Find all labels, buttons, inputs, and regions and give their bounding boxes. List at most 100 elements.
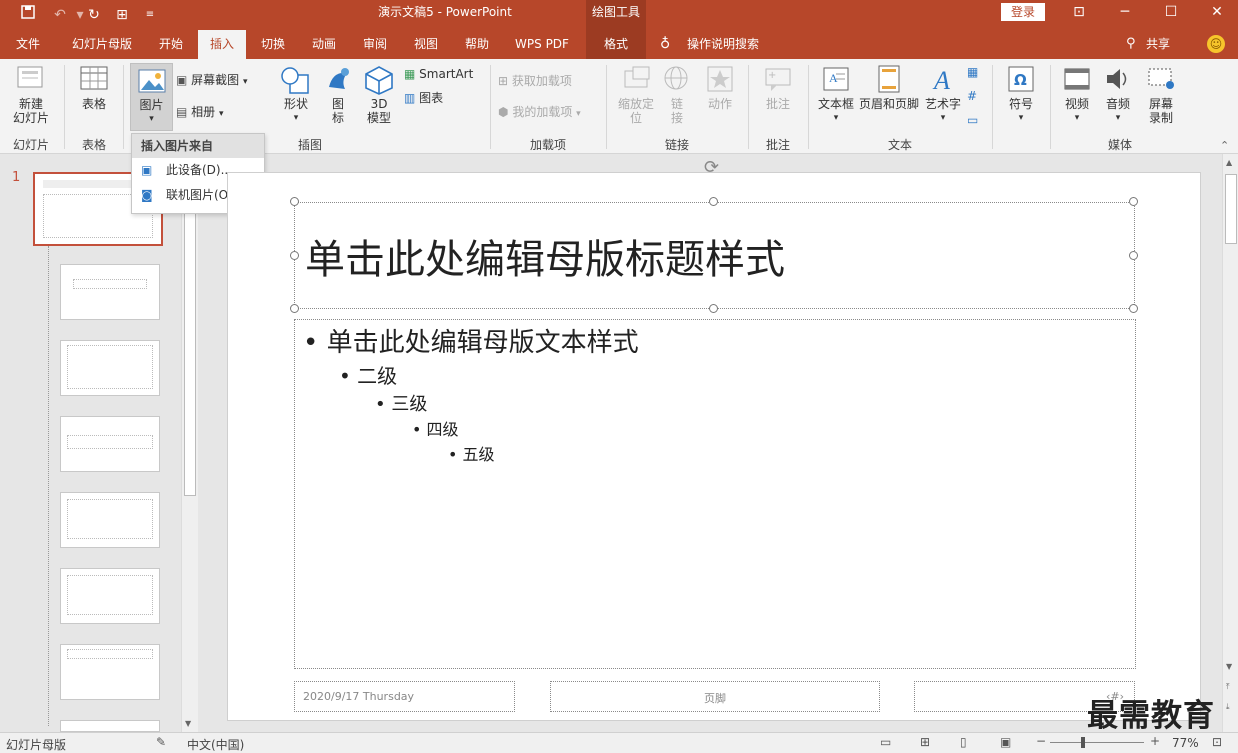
lightbulb-icon: ♁ [660, 36, 671, 52]
link-button[interactable]: 链 接 [662, 65, 692, 125]
login-button[interactable]: 登录 [1001, 3, 1045, 21]
maximize-icon[interactable]: ☐ [1148, 0, 1194, 26]
textbox-button[interactable]: A 文本框 ▾ [815, 65, 857, 125]
layout-thumbnail[interactable] [60, 264, 160, 320]
album-button[interactable]: ▤ 相册 ▾ [176, 105, 246, 121]
layout-thumbnail[interactable] [60, 720, 160, 732]
zoom-out-icon[interactable]: − [1036, 734, 1046, 748]
customize-qat-icon[interactable]: ≡ [140, 5, 160, 25]
tab-home[interactable]: 开始 [150, 30, 192, 59]
new-slide-button[interactable]: 新建 幻灯片 [6, 65, 56, 125]
spell-check-icon[interactable]: ✎ [156, 735, 166, 749]
text-level-5[interactable]: • 五级 [448, 441, 495, 465]
tab-slide-master[interactable]: 幻灯片母版 [64, 30, 140, 59]
wordart-button[interactable]: A 艺术字 ▾ [922, 65, 964, 125]
date-time-icon[interactable]: ▦ [967, 65, 978, 79]
slide-sorter-icon[interactable]: ⊞ [920, 735, 930, 749]
text-level-2[interactable]: • 二级 [339, 360, 397, 389]
slide-title[interactable]: 单击此处编辑母版标题样式 [305, 227, 785, 285]
share-button[interactable]: 共享 [1142, 30, 1174, 59]
pictures-button[interactable]: 图片 ▾ [130, 63, 173, 131]
tab-insert[interactable]: 插入 [198, 30, 246, 59]
comment-label: 批注 [765, 97, 790, 111]
video-button[interactable]: 视频 ▾ [1058, 65, 1096, 125]
body-placeholder[interactable]: • 单击此处编辑母版文本样式 • 二级 • 三级 • 四级 • 五级 [294, 319, 1136, 669]
tab-format[interactable]: 格式 [586, 30, 646, 59]
tab-animations[interactable]: 动画 [303, 30, 345, 59]
zoom-button[interactable]: 缩放定 位 [614, 65, 658, 125]
layout-thumbnail[interactable] [60, 340, 160, 396]
tab-wps-pdf[interactable]: WPS PDF [507, 30, 577, 59]
zoom-slider[interactable] [1050, 742, 1144, 743]
zoom-icon [624, 66, 650, 88]
smartart-button[interactable]: ▦ SmartArt [404, 67, 478, 81]
language-indicator[interactable]: 中文(中国) [187, 736, 244, 753]
rotate-handle-icon[interactable]: ⟳ [704, 157, 719, 178]
tab-view[interactable]: 视图 [405, 30, 447, 59]
close-icon[interactable]: ✕ [1194, 0, 1238, 26]
action-button[interactable]: 动作 [700, 65, 740, 111]
undo-icon[interactable]: ↶ [50, 5, 70, 25]
footer-placeholder[interactable]: 页脚 [550, 681, 880, 712]
date-placeholder[interactable]: 2020/9/17 Thursday [294, 681, 515, 712]
header-footer-button[interactable]: 页眉和页脚 [858, 65, 920, 111]
symbol-button[interactable]: Ω 符号 ▾ [1000, 65, 1042, 125]
divider [808, 65, 809, 149]
screenshot-button[interactable]: ▣ 屏幕截图 ▾ [176, 73, 256, 89]
layout-thumbnail[interactable] [60, 416, 160, 472]
text-level-1[interactable]: • 单击此处编辑母版文本样式 [303, 322, 639, 359]
redo-icon[interactable]: ↻ [84, 5, 104, 25]
screen-record-label: 屏幕 录制 [1148, 97, 1173, 125]
action-label: 动作 [707, 97, 732, 111]
resize-handle[interactable] [1129, 304, 1138, 313]
chart-button[interactable]: ▥ 图表 [404, 91, 464, 105]
slide-number-icon[interactable]: # [967, 89, 977, 103]
reading-view-icon[interactable]: ▯ [960, 735, 967, 749]
resize-handle[interactable] [709, 197, 718, 206]
normal-view-icon[interactable]: ▭ [880, 735, 891, 749]
object-icon[interactable]: ▭ [967, 113, 978, 127]
text-level-4[interactable]: • 四级 [412, 416, 459, 440]
shapes-button[interactable]: 形状 ▾ [278, 65, 314, 125]
3d-models-button[interactable]: 3D 模型 [362, 65, 396, 125]
save-icon[interactable] [18, 5, 38, 25]
layout-thumbnail[interactable] [60, 568, 160, 624]
table-button[interactable]: 表格 [72, 65, 116, 111]
resize-handle[interactable] [290, 197, 299, 206]
zoom-level[interactable]: 77% [1172, 736, 1199, 750]
resize-handle[interactable] [1129, 197, 1138, 206]
zoom-in-icon[interactable]: + [1150, 734, 1160, 748]
ribbon-display-icon[interactable]: ⊡ [1056, 0, 1102, 26]
thumbnail-scrollbar[interactable]: ▲ ▼ [181, 154, 198, 732]
minimize-icon[interactable]: ─ [1102, 0, 1148, 26]
fit-to-window-icon[interactable]: ⊡ [1212, 735, 1222, 749]
screen-record-button[interactable]: 屏幕 录制 [1140, 65, 1182, 125]
text-level-3[interactable]: • 三级 [375, 390, 427, 416]
icons-button[interactable]: 图 标 [322, 65, 354, 125]
zoom-slider-thumb[interactable] [1081, 737, 1085, 748]
title-placeholder[interactable]: 单击此处编辑母版标题样式 [294, 202, 1135, 309]
tab-help[interactable]: 帮助 [456, 30, 498, 59]
slideshow-icon[interactable]: ▣ [1000, 735, 1011, 749]
get-addins-button[interactable]: ⊞ 获取加载项 [498, 74, 588, 88]
tab-transitions[interactable]: 切换 [252, 30, 294, 59]
resize-handle[interactable] [709, 304, 718, 313]
slide-canvas[interactable]: 单击此处编辑母版标题样式 ⟳ • 单击此处编辑母版文本样式 • 二级 • 三级 … [227, 157, 1201, 721]
resize-handle[interactable] [290, 251, 299, 260]
audio-button[interactable]: 音频 ▾ [1099, 65, 1137, 125]
collapse-ribbon-icon[interactable]: ⌃ [1220, 139, 1229, 152]
tab-file[interactable]: 文件 [5, 30, 51, 59]
slide-thumbnail-pane: 1 ▲ ▼ [0, 154, 200, 732]
layout-thumbnail[interactable] [60, 492, 160, 548]
main-scrollbar[interactable]: ▲ ▼ ⤒ ⤓ [1222, 154, 1238, 732]
tell-me-search[interactable]: 操作说明搜索 [682, 30, 764, 59]
smiley-icon[interactable]: ☺ [1207, 35, 1225, 53]
my-addins-button[interactable]: ⬢ 我的加载项 ▾ [498, 105, 598, 121]
layout-thumbnail[interactable] [60, 644, 160, 700]
present-icon[interactable]: ⊞ [112, 5, 132, 25]
document-title: 演示文稿5 - PowerPoint [378, 5, 512, 19]
resize-handle[interactable] [290, 304, 299, 313]
tab-review[interactable]: 审阅 [354, 30, 396, 59]
resize-handle[interactable] [1129, 251, 1138, 260]
comment-button[interactable]: + 批注 [756, 65, 800, 111]
